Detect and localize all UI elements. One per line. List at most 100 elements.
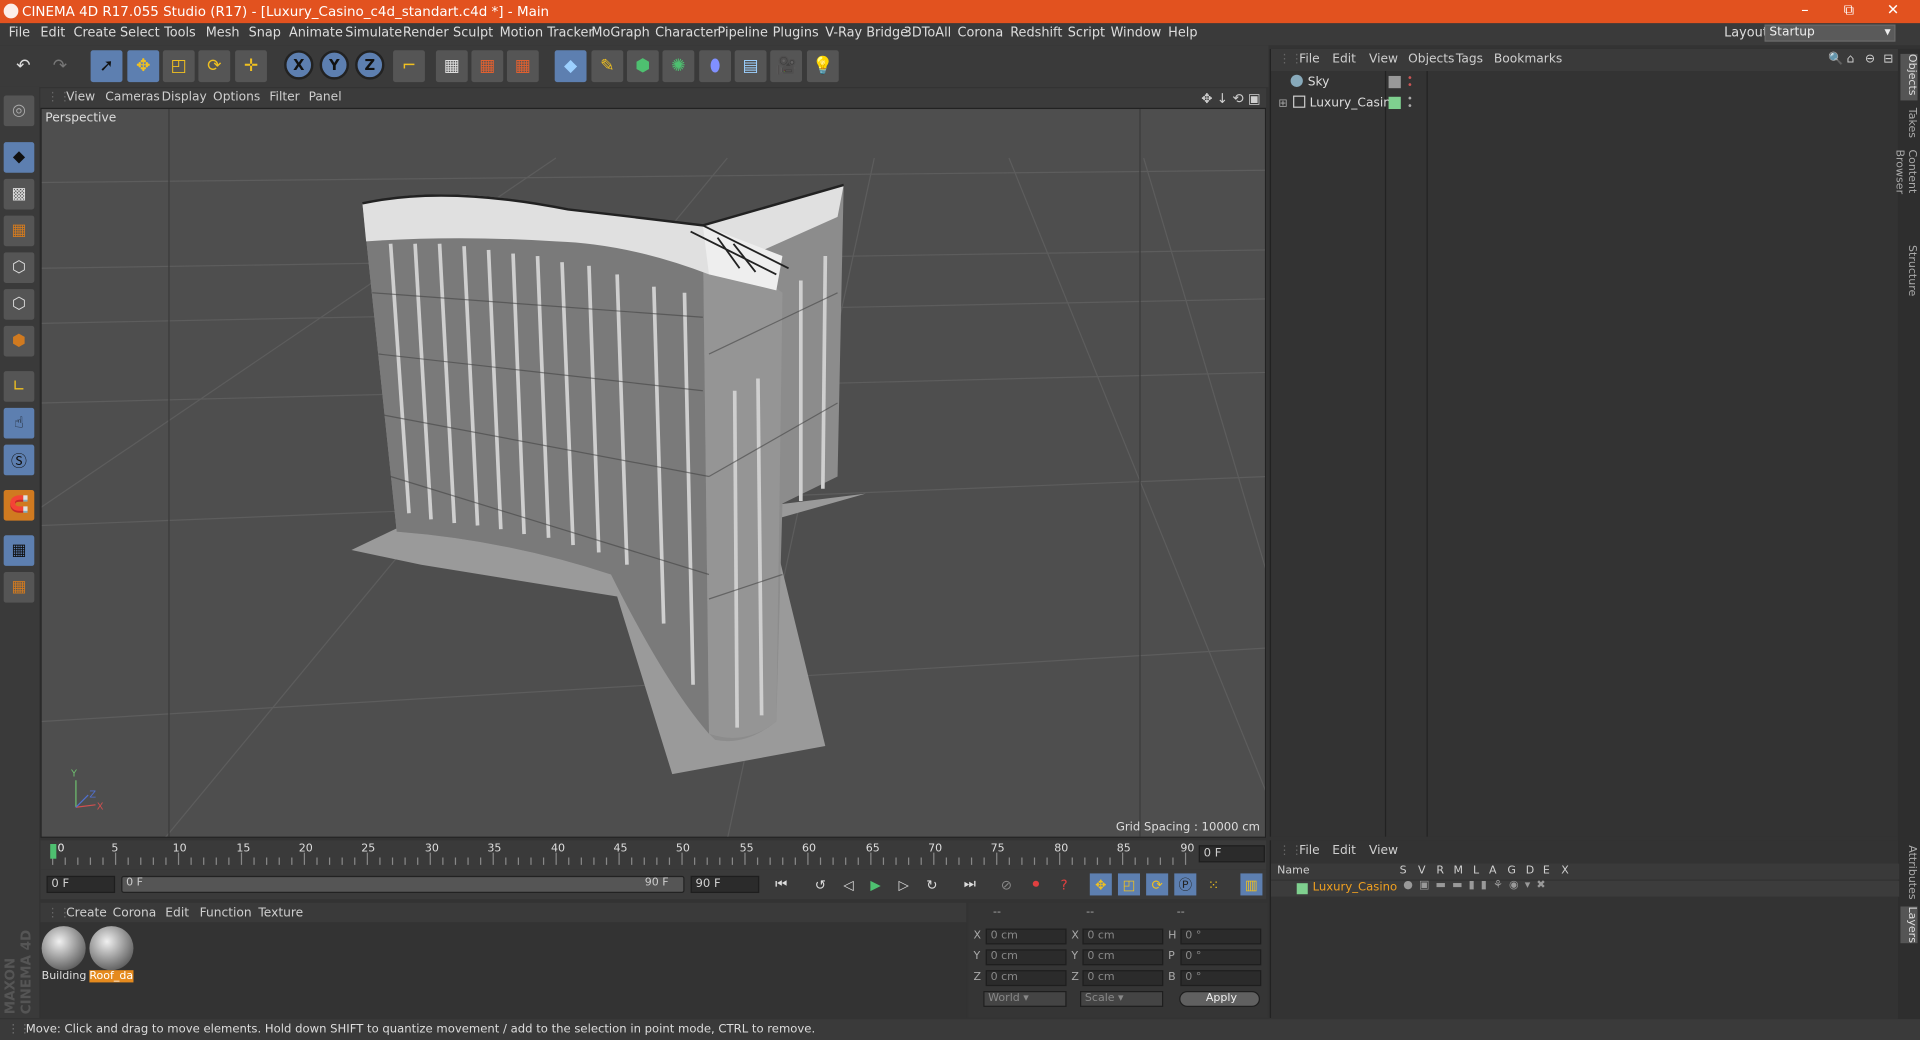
menu-snap[interactable]: Snap [249,26,281,41]
autokey-icon[interactable]: ⏺ [1025,873,1047,895]
minimize-button[interactable]: – [1789,1,1821,18]
layer-menu-view[interactable]: View [1369,844,1398,857]
close-button[interactable]: ✕ [1877,1,1909,18]
rotate-tool-icon[interactable]: ⟳ [198,50,231,83]
obj-menu-objects[interactable]: Objects [1408,53,1454,66]
layer-color-icon[interactable] [1296,883,1308,895]
lock-workplane-icon[interactable]: ▦ [3,535,35,566]
apply-button[interactable]: Apply [1179,991,1261,1007]
scale-tool-icon[interactable]: ◰ [162,50,195,83]
viewport-menu-cameras[interactable]: Cameras [105,91,159,104]
menu-animate[interactable]: Animate [289,26,343,41]
menu-tools[interactable]: Tools [164,26,196,41]
redo-icon[interactable]: ↷ [44,50,76,82]
menu-simulate[interactable]: Simulate [345,26,402,41]
play-icon[interactable]: ▶ [864,873,886,895]
layout-select[interactable]: Startup ▾ [1764,24,1896,42]
tab-structure[interactable]: Structure [1900,245,1917,296]
mat-menu-edit[interactable]: Edit [165,906,189,919]
object-item-sky[interactable]: Sky [1278,74,1329,89]
world-select[interactable]: World ▾ [983,991,1067,1007]
record-keys-icon[interactable]: ⊘ [996,873,1018,895]
rotation-h-field[interactable]: 0 ° [1180,928,1262,945]
transform-tool-icon[interactable]: ✛ [235,50,267,83]
workplane-icon[interactable]: ▦ [3,215,35,247]
obj-menu-edit[interactable]: Edit [1332,53,1356,66]
menu-script[interactable]: Script [1068,26,1105,41]
render-picture-viewer-icon[interactable]: ▦ [471,50,504,83]
previous-frame-icon[interactable]: ◁ [838,873,860,895]
obj-menu-bookmarks[interactable]: Bookmarks [1494,53,1562,66]
viewport[interactable]: Y Z X Perspective Grid Spacing : 10000 c… [40,107,1267,838]
obj-menu-view[interactable]: View [1369,53,1398,66]
position-z-field[interactable]: 0 cm [985,970,1067,987]
pen-spline-icon[interactable]: ✎ [591,50,624,83]
menu-character[interactable]: Character [655,26,718,41]
render-view-icon[interactable]: ▦ [435,50,468,83]
deformer-icon[interactable]: ⬮ [699,50,732,83]
size-x-field[interactable]: 0 cm [1082,928,1164,945]
points-mode-icon[interactable]: ⬡ [3,252,35,283]
next-key-icon[interactable]: ↻ [921,873,943,895]
obj-menu-tags[interactable]: Tags [1456,53,1483,66]
menu-help[interactable]: Help [1168,26,1197,41]
magnet-icon[interactable]: 🧲 [3,489,35,521]
expand-icon[interactable]: ⊞ [1278,98,1287,110]
scale-select[interactable]: Scale ▾ [1080,991,1164,1007]
next-frame-icon[interactable]: ▷ [893,873,915,895]
move-tool-icon[interactable]: ✥ [127,50,160,83]
subdivision-icon[interactable]: ⬢ [626,50,659,83]
layer-menu-file[interactable]: File [1299,844,1319,857]
viewport-menu-options[interactable]: Options [213,91,260,104]
material-swatch-roof[interactable] [89,926,134,971]
tab-content-browser[interactable]: Content Browser [1893,149,1917,235]
coordinate-system-icon[interactable]: ⌐ [393,50,425,83]
layer-col-r[interactable]: R [1436,865,1444,877]
floor-icon[interactable]: ▤ [734,50,767,83]
max-frame-field[interactable]: 90 F [690,875,760,894]
search-icon[interactable]: 🔍 [1828,53,1843,66]
tweak-mode-icon[interactable]: ☝ [3,407,35,439]
polygons-mode-icon[interactable]: ⬢ [3,325,35,357]
position-x-field[interactable]: 0 cm [985,928,1067,945]
viewport-menu-view[interactable]: View [66,91,95,104]
snap-icon[interactable]: Ⓢ [3,444,35,476]
layer-col-d[interactable]: D [1526,865,1534,877]
size-z-field[interactable]: 0 cm [1082,970,1164,987]
tab-objects[interactable]: Objects [1900,53,1918,101]
menu-file[interactable]: File [9,26,31,41]
menu-sculpt[interactable]: Sculpt [453,26,493,41]
object-item-luxury-casino[interactable]: ⊞ Luxury_Casino [1278,95,1399,110]
menu-mesh[interactable]: Mesh [206,26,240,41]
menu-redshift[interactable]: Redshift [1010,26,1062,41]
casino-visibility-dots[interactable]: • • [1407,94,1413,111]
key-rotation-icon[interactable]: ⟳ [1146,873,1169,896]
menu-motion-tracker[interactable]: Motion Tracker [500,26,594,41]
rotation-b-field[interactable]: 0 ° [1180,970,1262,987]
timeline-end-field[interactable]: 0 F [1198,845,1265,863]
current-frame-field[interactable]: 0 F [46,875,116,894]
viewport-menu-panel[interactable]: Panel [309,91,342,104]
sky-visibility-dots[interactable]: • • [1407,73,1413,90]
menu-pipeline[interactable]: Pipeline [718,26,768,41]
layer-col-name[interactable]: Name [1277,865,1310,877]
previous-key-icon[interactable]: ↺ [809,873,831,895]
layer-col-g[interactable]: G [1507,865,1516,877]
layer-col-a[interactable]: A [1489,865,1497,877]
array-icon[interactable]: ✺ [662,50,695,83]
undo-icon[interactable]: ↶ [7,50,39,82]
layer-flag-icons[interactable]: ●▣▬▬▮▮⚘◉▾✖ [1403,880,1551,892]
expand-panel-icon[interactable]: ⊟ [1883,53,1893,66]
menu-3dtoall[interactable]: 3DToAll [904,26,952,41]
cube-icon[interactable]: ◆ [554,50,587,83]
axis-mode-icon[interactable]: ∟ [3,371,35,402]
make-editable-icon[interactable]: ◎ [3,95,35,127]
key-parameter-icon[interactable]: Ⓟ [1174,873,1197,896]
mat-menu-texture[interactable]: Texture [258,906,303,919]
key-position-icon[interactable]: ✥ [1089,873,1112,896]
edges-mode-icon[interactable]: ⬡ [3,289,35,320]
light-icon[interactable]: 💡 [806,50,839,83]
playhead[interactable] [50,844,57,859]
go-to-start-icon[interactable]: ⏮ [770,873,792,895]
tab-takes[interactable]: Takes [1900,108,1917,142]
